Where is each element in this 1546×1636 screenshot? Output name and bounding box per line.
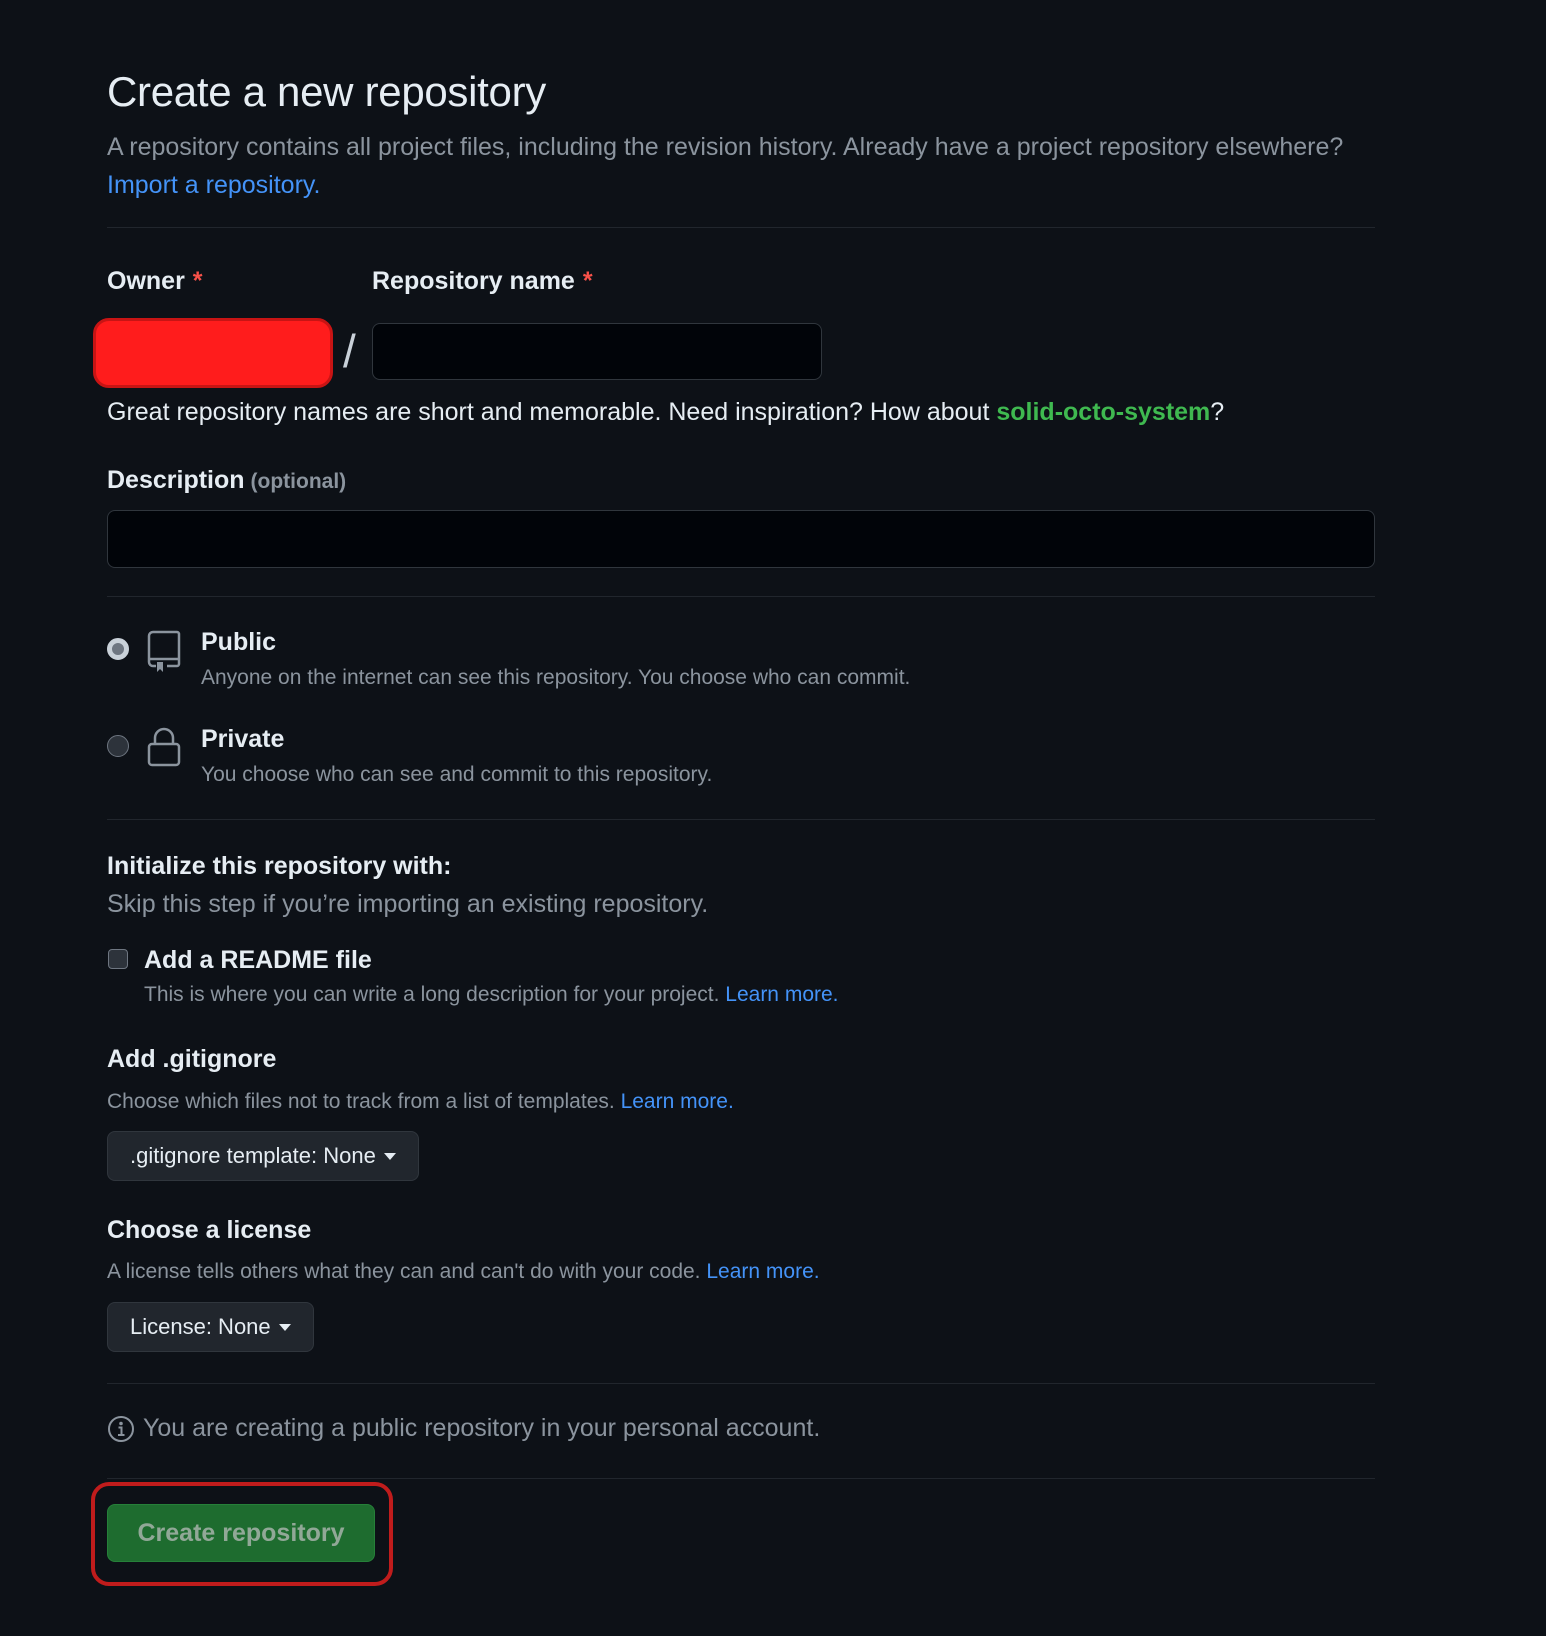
gitignore-template-select[interactable]: .gitignore template: None: [107, 1131, 419, 1181]
private-radio[interactable]: [107, 735, 129, 757]
repository-name-input[interactable]: [372, 323, 822, 380]
divider: [107, 819, 1375, 820]
create-repository-button[interactable]: Create repository: [107, 1504, 375, 1562]
caret-down-icon: [383, 1152, 396, 1160]
repo-name-label-text: Repository name: [372, 267, 575, 295]
license-select-label: License: None: [130, 1314, 271, 1339]
repo-name-hint: Great repository names are short and mem…: [107, 398, 1224, 427]
readme-desc-text: This is where you can write a long descr…: [144, 983, 720, 1006]
license-description: A license tells others what they can and…: [107, 1260, 820, 1284]
intro-description: A repository contains all project files,…: [107, 133, 1344, 161]
private-description: You choose who can see and commit to thi…: [201, 763, 713, 786]
gitignore-select-label: .gitignore template: None: [130, 1143, 376, 1168]
readme-checkbox[interactable]: [108, 949, 128, 969]
public-title: Public: [201, 628, 277, 656]
required-mark: *: [192, 267, 203, 295]
notice-text: You are creating a public repository in …: [143, 1414, 821, 1442]
readme-learn-more-link[interactable]: Learn more.: [725, 983, 838, 1006]
owner-label-text: Owner: [107, 267, 185, 295]
owner-label: Owner *: [107, 267, 203, 296]
owner-select-redacted[interactable]: [93, 318, 333, 388]
license-select[interactable]: License: None: [107, 1302, 314, 1352]
caret-down-icon: [278, 1323, 291, 1331]
divider: [107, 1478, 1375, 1479]
public-description: Anyone on the internet can see this repo…: [201, 666, 911, 689]
description-label-text: Description: [107, 466, 245, 494]
initialize-title: Initialize this repository with:: [107, 852, 452, 880]
divider: [107, 227, 1375, 228]
gitignore-title: Add .gitignore: [107, 1045, 277, 1073]
info-icon: [108, 1415, 134, 1442]
name-suggestion-link[interactable]: solid-octo-system: [996, 398, 1210, 426]
page-title: Create a new repository: [107, 68, 546, 115]
description-input[interactable]: [107, 510, 1375, 568]
license-desc-text: A license tells others what they can and…: [107, 1260, 701, 1283]
hint-text: Great repository names are short and mem…: [107, 398, 990, 426]
intro-text: A repository contains all project files,…: [107, 128, 1375, 204]
repo-name-label: Repository name *: [372, 267, 593, 296]
divider: [107, 596, 1375, 597]
gitignore-learn-more-link[interactable]: Learn more.: [621, 1090, 734, 1113]
import-repository-link[interactable]: Import a repository.: [107, 171, 321, 199]
gitignore-desc-text: Choose which files not to track from a l…: [107, 1090, 615, 1113]
owner-repo-separator: /: [343, 325, 356, 377]
license-learn-more-link[interactable]: Learn more.: [706, 1260, 819, 1283]
readme-label[interactable]: Add a README file: [144, 946, 372, 975]
public-radio[interactable]: [107, 638, 129, 660]
required-mark: *: [582, 267, 593, 295]
optional-tag: (optional): [250, 470, 347, 493]
lock-icon: [147, 727, 181, 767]
initialize-subtitle: Skip this step if you’re importing an ex…: [107, 890, 709, 918]
private-title: Private: [201, 725, 285, 753]
public-repo-notice: You are creating a public repository in …: [107, 1414, 820, 1443]
gitignore-description: Choose which files not to track from a l…: [107, 1090, 734, 1114]
divider: [107, 1383, 1375, 1384]
repo-icon: [147, 630, 181, 672]
readme-description: This is where you can write a long descr…: [144, 983, 839, 1007]
description-label: Description (optional): [107, 466, 346, 495]
license-title: Choose a license: [107, 1216, 312, 1244]
hint-suffix: ?: [1210, 398, 1225, 426]
